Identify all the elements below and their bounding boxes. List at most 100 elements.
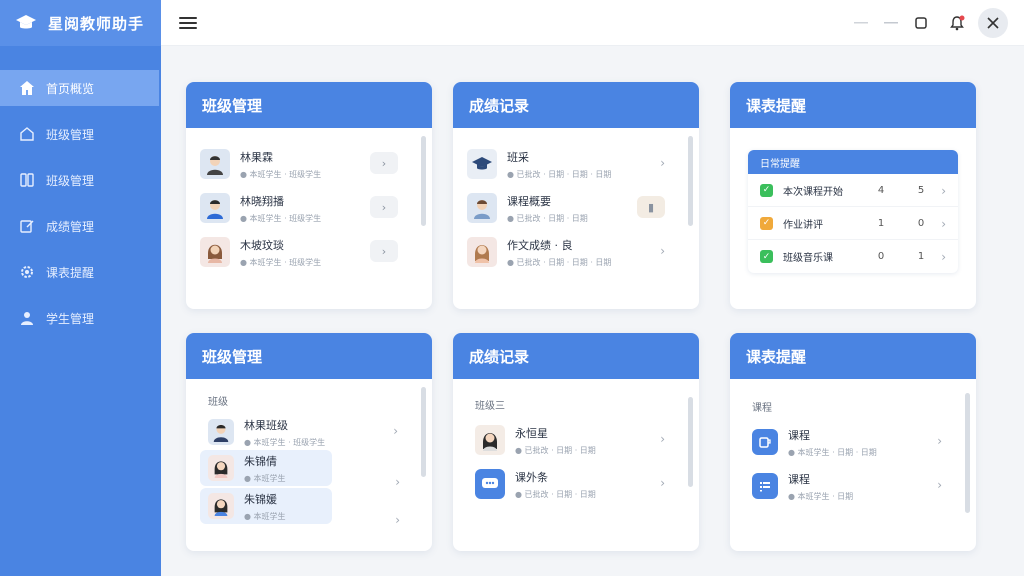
scrollbar[interactable] — [421, 387, 426, 477]
list-item[interactable]: 班采 ● 已批改 · 日期 · 日期 · 日期 › — [467, 142, 685, 186]
list-item[interactable]: 林晓翔播 ● 本班学生 · 班级学生 › — [200, 186, 418, 230]
scrollbar[interactable] — [421, 136, 426, 226]
list-item[interactable]: 作文成绩 · 良 ● 已批改 · 日期 · 日期 · 日期 › — [467, 230, 685, 274]
reminder-count-a: 4 — [877, 184, 885, 196]
sidebar-item-label: 学生管理 — [46, 311, 95, 326]
chevron-right-icon[interactable]: › — [370, 152, 398, 174]
reminder-name: 课程 — [788, 428, 810, 442]
list-item[interactable]: 林果班级 ● 本班学生 · 班级学生 › — [200, 414, 418, 450]
student-name: 林果班级 — [244, 418, 288, 432]
checkbox[interactable]: ✓ — [760, 216, 773, 230]
sidebar-item-grades[interactable]: 成绩管理 — [0, 208, 161, 244]
checkbox[interactable]: ✓ — [760, 250, 773, 263]
card-title: 成绩记录 — [453, 333, 699, 379]
chevron-right-icon[interactable]: › — [941, 217, 946, 231]
scrollbar[interactable] — [965, 393, 970, 513]
record-meta: ● 已批改 · 日期 · 日期 — [515, 489, 596, 499]
card-body: 林果霖 ● 本班学生 · 班级学生 › 林晓翔播 ● 本班学生 · 班级学生 › 木… — [186, 128, 432, 282]
checkbox[interactable]: ✓ — [760, 183, 773, 197]
chevron-right-icon[interactable]: ▮ — [637, 196, 665, 218]
chat-icon — [475, 469, 505, 499]
cup-icon — [752, 429, 778, 455]
chevron-right-icon[interactable]: › — [660, 476, 665, 490]
chevron-right-icon[interactable]: › — [370, 240, 398, 262]
card-body: 日常提醒 ✓ 本次课程开始 4 5 › ✓ 作业讲评 1 0 › ✓ 班级音乐课… — [730, 128, 976, 295]
card-title: 成绩记录 — [453, 82, 699, 128]
gear-icon — [18, 263, 36, 281]
list-item[interactable]: 朱锦媛 ● 本班学生 — [200, 488, 332, 524]
table-row[interactable]: ✓ 班级音乐课 0 1 › — [748, 240, 958, 273]
chevron-right-icon[interactable]: › — [395, 513, 400, 527]
list-item[interactable]: 课程 ● 本班学生 · 日期 › — [744, 464, 962, 508]
list-item[interactable]: 朱锦倩 ● 本班学生 — [200, 450, 332, 486]
chevron-right-icon[interactable]: › — [660, 156, 665, 170]
sidebar-item-schedule[interactable]: 课表提醒 — [0, 254, 161, 290]
student-name: 朱锦倩 — [244, 454, 277, 468]
card-title: 班级管理 — [186, 333, 432, 379]
list-item[interactable]: 永恒星 ● 已批改 · 日期 · 日期 › — [467, 418, 685, 462]
record-name: 作文成绩 · 良 — [507, 238, 573, 252]
chevron-right-icon[interactable]: › — [660, 244, 665, 258]
sidebar-item-overview[interactable]: 首页概览 — [0, 70, 159, 106]
sidebar-item-class[interactable]: 班级管理 — [0, 116, 161, 152]
user-icon — [18, 309, 36, 327]
reminder-name: 作业讲评 — [783, 219, 823, 231]
reminder-table: 日常提醒 ✓ 本次课程开始 4 5 › ✓ 作业讲评 1 0 › ✓ 班级音乐课… — [748, 150, 958, 273]
sidebar-item-students[interactable]: 学生管理 — [0, 300, 161, 336]
avatar — [475, 425, 505, 455]
reminder-count-b: 0 — [917, 217, 925, 229]
card-body: 课程 课程 ● 本班学生 · 日期 · 日期 › 课程 ● 本班学生 · 日期 › — [730, 379, 976, 516]
graduation-cap-icon — [14, 11, 38, 35]
card-grade-records: 成绩记录 班采 ● 已批改 · 日期 · 日期 · 日期 › 课程概要 ● 已批改 … — [453, 82, 699, 309]
book-icon — [18, 171, 36, 189]
list-item[interactable]: 课程概要 ● 已批改 · 日期 · 日期 ▮ — [467, 186, 685, 230]
scrollbar[interactable] — [688, 136, 693, 226]
reminder-table-header: 日常提醒 — [748, 150, 958, 174]
restore-icon[interactable] — [880, 12, 902, 34]
reminder-count-b: 1 — [917, 251, 925, 262]
chevron-right-icon[interactable]: › — [941, 184, 946, 198]
scrollbar[interactable] — [688, 397, 693, 487]
bell-icon[interactable] — [946, 12, 968, 34]
chevron-right-icon[interactable]: › — [937, 478, 942, 492]
chevron-right-icon[interactable]: › — [370, 196, 398, 218]
card-schedule-reminders-2: 课表提醒 课程 课程 ● 本班学生 · 日期 · 日期 › 课程 ● 本班学生 · … — [730, 333, 976, 551]
maximize-icon[interactable] — [910, 12, 932, 34]
avatar — [467, 193, 497, 223]
chevron-right-icon[interactable]: › — [937, 434, 942, 448]
avatar — [208, 493, 234, 519]
list-item[interactable]: 课外条 ● 已批改 · 日期 · 日期 › — [467, 462, 685, 506]
card-title: 班级管理 — [186, 82, 432, 128]
record-meta: ● 已批改 · 日期 · 日期 — [515, 445, 596, 455]
minimize-icon[interactable] — [850, 12, 872, 34]
card-title: 课表提醒 — [730, 333, 976, 379]
menu-icon[interactable] — [179, 14, 197, 32]
list-item[interactable]: 林果霖 ● 本班学生 · 班级学生 › — [200, 142, 418, 186]
reminder-meta: ● 本班学生 · 日期 — [788, 491, 854, 501]
list-item[interactable]: 木坡玟琰 ● 本班学生 · 班级学生 › — [200, 230, 418, 274]
card-class-management-2: 班级管理 班级 林果班级 ● 本班学生 · 班级学生 › 朱锦倩 ● 本班学生 朱锦… — [186, 333, 432, 551]
chevron-right-icon[interactable]: › — [393, 424, 398, 438]
table-row[interactable]: ✓ 本次课程开始 4 5 › — [748, 174, 958, 207]
avatar — [208, 455, 234, 481]
home-outline-icon — [18, 125, 36, 143]
sidebar-item-label: 首页概览 — [46, 81, 95, 96]
edit-icon — [18, 217, 36, 235]
record-name: 班采 — [507, 150, 529, 164]
reminder-count-a: 1 — [877, 217, 885, 229]
sidebar-item-label: 课表提醒 — [46, 265, 95, 280]
sidebar-item-class-2[interactable]: 班级管理 — [0, 162, 161, 198]
chevron-right-icon[interactable]: › — [395, 475, 400, 489]
avatar — [200, 193, 230, 223]
chevron-right-icon[interactable]: › — [941, 250, 946, 264]
list-item[interactable]: 课程 ● 本班学生 · 日期 · 日期 › — [744, 420, 962, 464]
table-row[interactable]: ✓ 作业讲评 1 0 › — [748, 207, 958, 240]
card-class-management: 班级管理 林果霖 ● 本班学生 · 班级学生 › 林晓翔播 ● 本班学生 · 班级学… — [186, 82, 432, 309]
reminder-name: 本次课程开始 — [783, 186, 843, 198]
sidebar-item-label: 班级管理 — [46, 127, 95, 142]
chevron-right-icon[interactable]: › — [660, 432, 665, 446]
sidebar-item-label: 成绩管理 — [46, 219, 95, 234]
sidebar-nav: 首页概览 班级管理 班级管理 成绩管理 课表提醒 学生管理 — [0, 70, 161, 336]
student-name: 朱锦媛 — [244, 492, 277, 506]
close-button[interactable] — [978, 8, 1008, 38]
